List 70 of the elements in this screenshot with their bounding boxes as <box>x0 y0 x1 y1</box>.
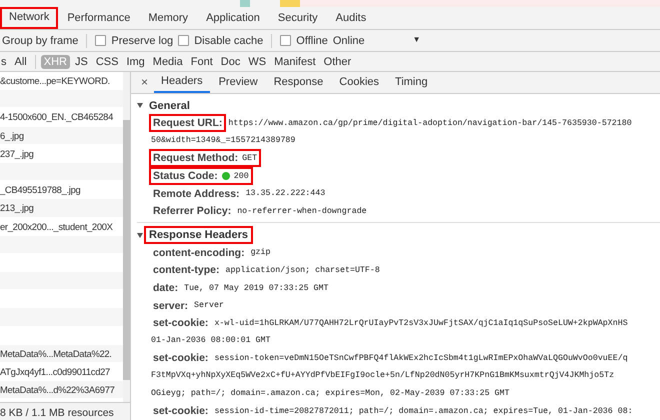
filter-button[interactable]: Media <box>150 54 186 68</box>
filter-button[interactable]: All <box>12 54 30 68</box>
option-label[interactable]: Group by frame <box>2 34 78 46</box>
panel-tab[interactable]: Application <box>197 7 269 29</box>
panel-tab[interactable]: Audits <box>326 7 376 29</box>
filter-button[interactable]: WS <box>245 54 270 68</box>
section-title[interactable]: Response Headers <box>146 228 252 242</box>
header-value: GET <box>242 154 258 163</box>
filter-button[interactable]: s <box>0 54 10 68</box>
filter-button[interactable]: Other <box>320 54 354 68</box>
detail-tab[interactable]: Response <box>266 72 330 92</box>
header-name: content-type: <box>152 263 220 278</box>
panel-tab[interactable]: Security <box>268 7 327 29</box>
detail-tab[interactable]: Headers <box>154 72 210 92</box>
header-value: no-referrer-when-downgrade <box>237 206 367 216</box>
header-value: OGieyg; path=/; domain=.amazon.ca; expires=Mon, 02-May-2039 07:33:25 GMT <box>151 388 510 400</box>
detail-tab[interactable]: Timing <box>388 72 435 92</box>
header-value: F3tMpVXq+yhNpXyXEq5WVe2xC+fU+AYYdPfVbEIFgI9ocle+5n/LfNp20dN05yrH7KPnG1BmKMsuxmtrQjV4JKMhjo5Tz <box>151 370 616 382</box>
request-row[interactable]: 213_.jpg <box>0 199 123 218</box>
header-value: 13.35.22.222:443 <box>246 189 326 198</box>
status-dot-icon <box>222 172 230 180</box>
status-bar-text: 8 KB / 1.1 MB resources <box>0 402 130 420</box>
triangle-icon[interactable] <box>137 232 143 238</box>
header-value: session-id-time=20827872011; path=/; domain=.amazon.ca; expires=Tue, 01-Jan-2036 08: <box>214 406 633 416</box>
header-name: set-cookie: <box>152 351 210 366</box>
checkbox-label[interactable]: Offline <box>296 34 328 46</box>
checkbox[interactable] <box>95 35 106 46</box>
header-name: Referrer Policy: <box>152 204 232 218</box>
checkbox-label[interactable]: Preserve log <box>111 34 174 46</box>
close-button[interactable]: × <box>137 72 152 92</box>
filter-button[interactable]: Font <box>188 54 216 68</box>
triangle-icon[interactable] <box>137 103 143 108</box>
header-name: set-cookie: <box>152 404 210 418</box>
header-name: server: <box>152 298 190 313</box>
header-value: session-token=veDmN15OeTSnCwfPBFQ4flAkWEx2hcIcSbm4t1gLwRImEPxOhaWVaLQGOuWvOo0vuEE/q <box>214 354 628 363</box>
header-name: Remote Address: <box>152 186 241 201</box>
header-value: https://www.amazon.ca/gp/prime/digital-adoption/navigation-bar/145-7635930-572180 <box>228 118 632 128</box>
checkbox[interactable] <box>280 35 292 46</box>
panel-tab[interactable]: Network <box>0 7 58 29</box>
request-row[interactable]: 6_.jpg <box>0 126 123 145</box>
panel-tab[interactable]: Memory <box>139 7 198 29</box>
filter-button[interactable]: Manifest <box>271 54 319 68</box>
header-value: 50&width=1349&_=1557214389789 <box>151 135 296 148</box>
header-value: gzip <box>250 248 270 258</box>
section-title[interactable]: General <box>146 98 193 112</box>
detail-tab[interactable]: Preview <box>212 72 265 92</box>
header-name: date: <box>152 281 180 296</box>
header-value: x-wl-uid=1hGLRKAM/U77QAHH72LrQrUIayPvT2sV3xJUwFjtSAX/qjC1aIq1qSuPsoSeLUW+2kpWApXnHS <box>214 318 628 328</box>
header-name: set-cookie: <box>152 316 210 330</box>
filter-button[interactable]: CSS <box>92 54 122 68</box>
header-name: Request Method: GET <box>151 151 260 166</box>
header-value: 200 <box>234 172 249 181</box>
header-value: 01-Jan-2036 08:00:01 GMT <box>151 335 272 348</box>
filter-button[interactable]: JS <box>72 54 91 68</box>
header-name: Status Code: 200 <box>151 169 251 184</box>
request-row[interactable]: MetaData%...MetaData%22. <box>0 344 123 363</box>
header-name: Request URL: <box>151 116 224 130</box>
detail-tab[interactable]: Cookies <box>332 72 386 92</box>
header-name: content-encoding: <box>152 246 246 260</box>
scrollbar[interactable] <box>123 72 130 402</box>
filter-button[interactable]: Doc <box>218 54 244 68</box>
header-value: Tue, 07 May 2019 07:33:25 GMT <box>184 284 328 293</box>
checkbox[interactable] <box>178 35 190 46</box>
throttling-dropdown[interactable]: Online ▼ <box>332 34 421 46</box>
header-value: application/json; charset=UTF-8 <box>226 266 380 275</box>
request-row[interactable]: MetaData%...d%22%3A6977 <box>0 381 123 400</box>
header-value: Server <box>194 301 224 310</box>
checkbox-label[interactable]: Disable cache <box>194 34 264 46</box>
panel-tab[interactable]: Performance <box>58 7 140 29</box>
filter-button[interactable]: Img <box>123 54 148 68</box>
